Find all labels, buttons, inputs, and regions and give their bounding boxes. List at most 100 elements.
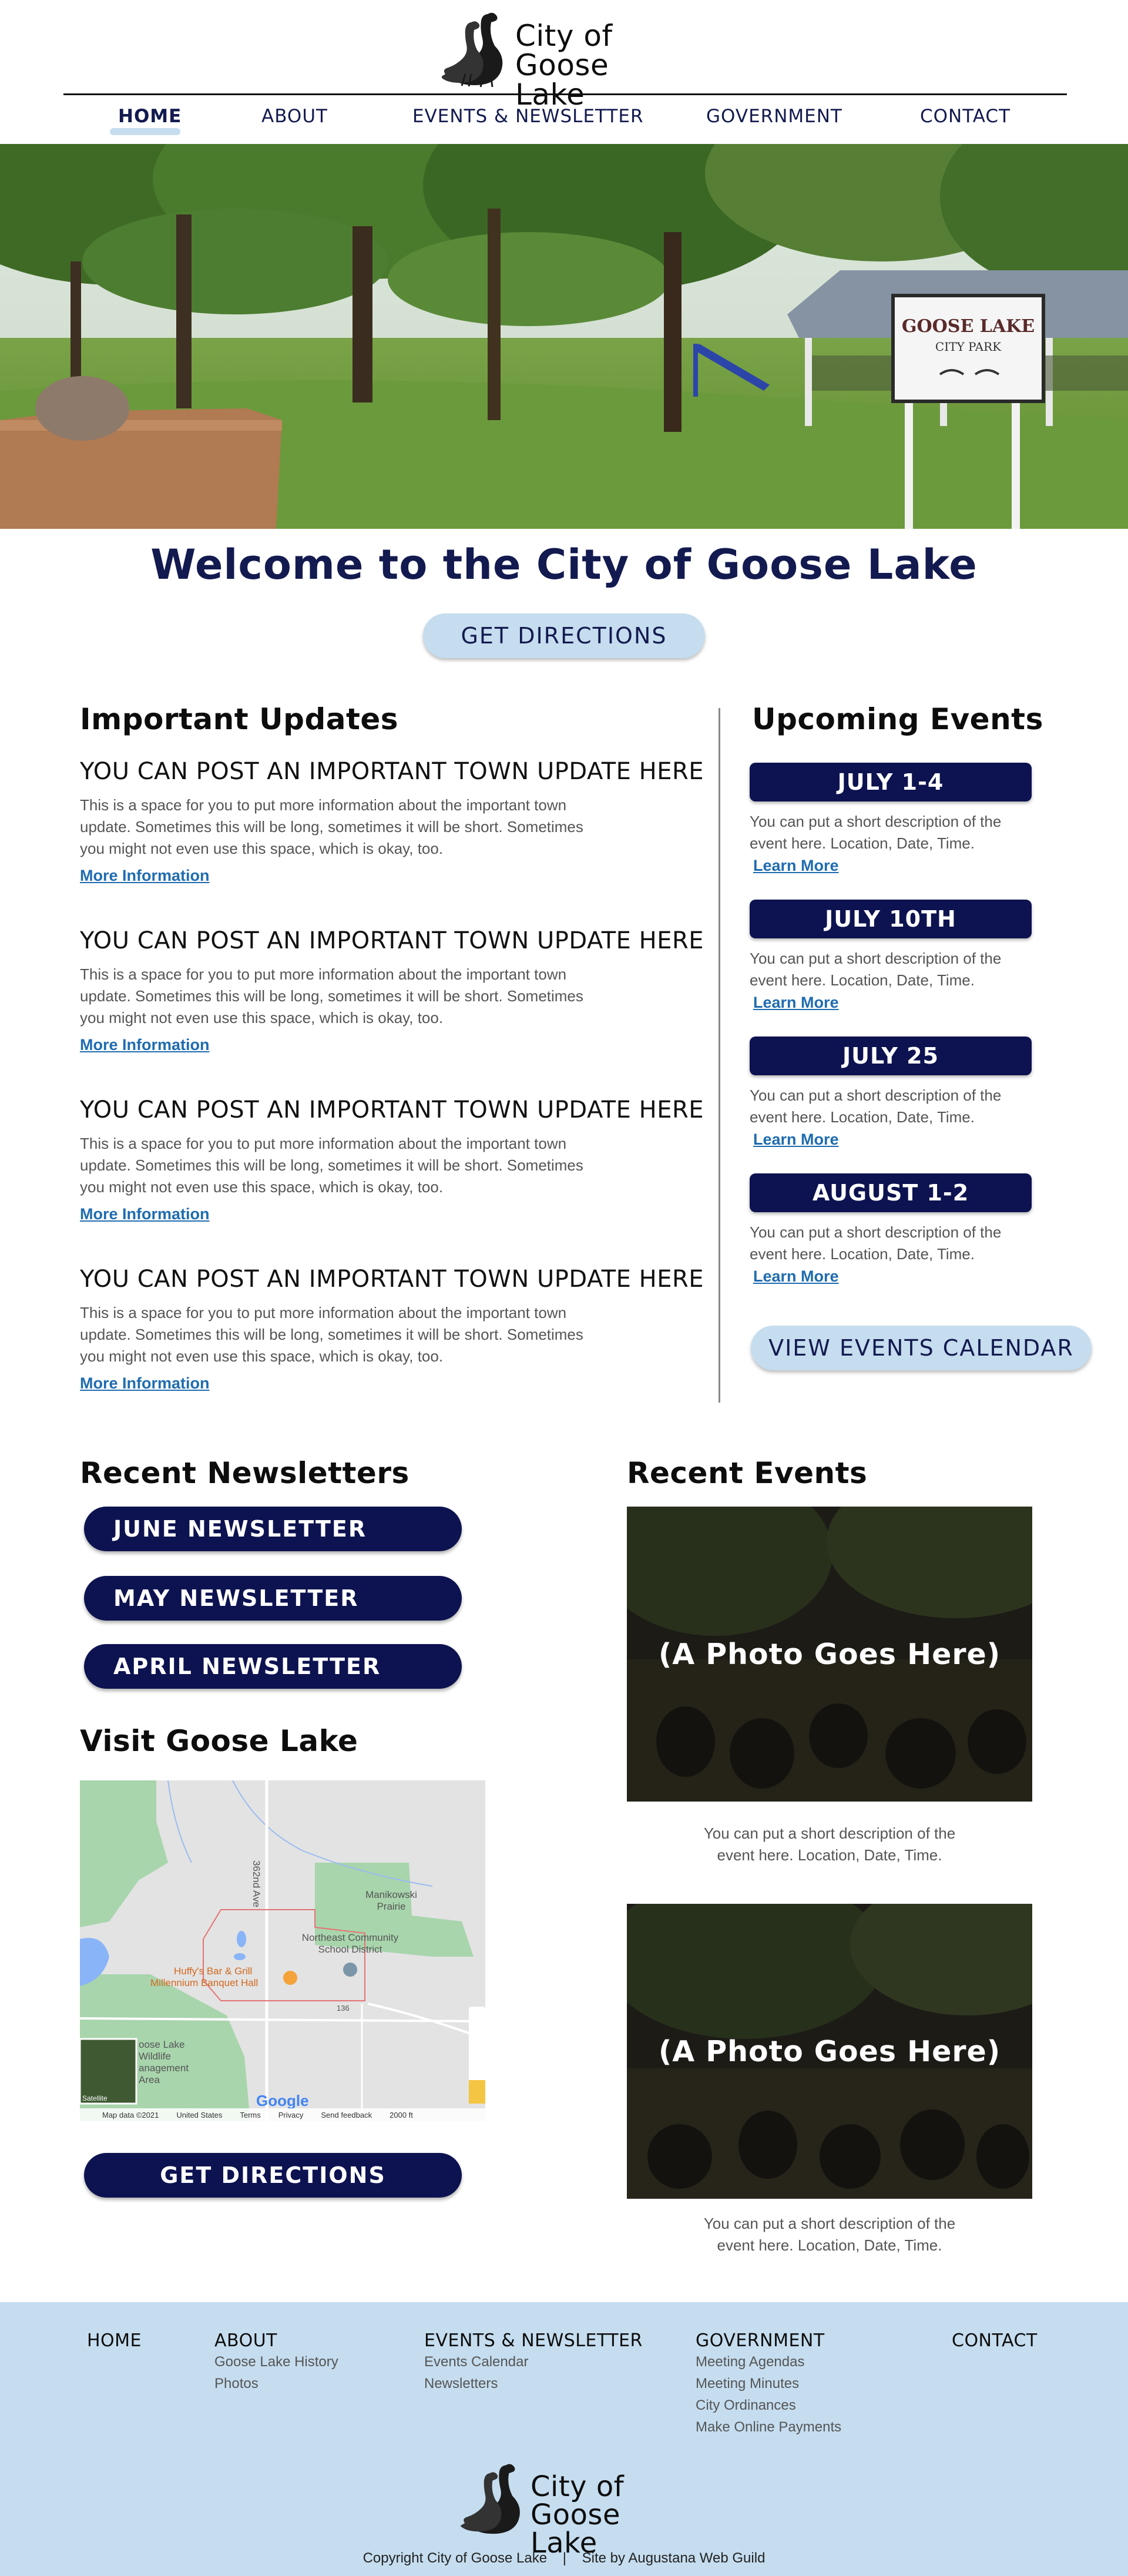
geese-logo-icon bbox=[441, 12, 503, 88]
event-item: JULY 25 You can put a short description … bbox=[750, 1037, 1035, 1149]
learn-more-link[interactable]: Learn More bbox=[753, 857, 839, 875]
event-date-badge: JULY 1-4 bbox=[750, 763, 1032, 801]
map-road-label: 362nd Ave bbox=[251, 1860, 262, 1908]
event-item: AUGUST 1-2 You can put a short descripti… bbox=[750, 1173, 1035, 1286]
recent-event-description: You can put a short description of the e… bbox=[627, 1823, 1032, 1866]
photo-label: (A Photo Goes Here) bbox=[658, 1637, 1001, 1671]
recent-event-description: You can put a short description of the e… bbox=[627, 2213, 1032, 2256]
update-body: This is a space for you to put more info… bbox=[80, 965, 583, 1027]
footer-column-contact: CONTACT bbox=[952, 2330, 1038, 2351]
nav-home[interactable]: HOME bbox=[118, 106, 182, 127]
logo-line1: City of bbox=[515, 19, 613, 53]
park-photo: GOOSE LAKE CITY PARK bbox=[0, 144, 1128, 529]
map-attrib-item[interactable]: Terms bbox=[240, 2111, 260, 2119]
event-photo-placeholder: (A Photo Goes Here) bbox=[627, 1904, 1032, 2199]
site-logo[interactable]: City of Goose Lake bbox=[441, 8, 683, 109]
newsletter-button-april[interactable]: APRIL NEWSLETTER bbox=[84, 1644, 462, 1689]
footer-link[interactable]: Meeting Minutes bbox=[696, 2373, 841, 2394]
learn-more-link[interactable]: Learn More bbox=[753, 1267, 839, 1286]
map-route-label: 136 bbox=[337, 2004, 350, 2012]
footer-link[interactable]: City Ordinances bbox=[696, 2394, 841, 2416]
event-item: JULY 10TH You can put a short descriptio… bbox=[750, 900, 1035, 1012]
update-item: YOU CAN POST AN IMPORTANT TOWN UPDATE HE… bbox=[80, 927, 704, 1054]
more-information-link[interactable]: More Information bbox=[80, 1205, 210, 1223]
desc-line: event here. Location, Date, Time. bbox=[717, 2236, 942, 2254]
update-title: YOU CAN POST AN IMPORTANT TOWN UPDATE HE… bbox=[80, 1096, 704, 1123]
column-divider bbox=[719, 708, 720, 1403]
map-place-label: Millennium Banquet Hall bbox=[150, 1977, 258, 1988]
footer-logo[interactable]: City of Goose Lake bbox=[460, 2460, 695, 2557]
learn-more-link[interactable]: Learn More bbox=[753, 1131, 839, 1149]
update-item: YOU CAN POST AN IMPORTANT TOWN UPDATE HE… bbox=[80, 758, 704, 885]
learn-more-link[interactable]: Learn More bbox=[753, 994, 839, 1012]
nav-active-indicator bbox=[110, 128, 180, 135]
event-date-badge: JULY 10TH bbox=[750, 900, 1032, 938]
event-date-badge: AUGUST 1-2 bbox=[750, 1173, 1032, 1212]
footer-link[interactable]: Make Online Payments bbox=[696, 2416, 841, 2438]
page: City of Goose Lake HOME ABOUT EVENTS & N… bbox=[0, 0, 1128, 2576]
photo-label: (A Photo Goes Here) bbox=[658, 2034, 1001, 2068]
footer-link[interactable]: Events Calendar bbox=[424, 2351, 643, 2373]
desc-line: event here. Location, Date, Time. bbox=[717, 1846, 942, 1864]
map-satellite-toggle[interactable]: Satellite bbox=[82, 2094, 108, 2102]
nav-contact[interactable]: CONTACT bbox=[920, 106, 1010, 127]
footer-heading[interactable]: CONTACT bbox=[952, 2330, 1038, 2351]
newsletter-button-june[interactable]: JUNE NEWSLETTER bbox=[84, 1507, 462, 1551]
hero-image: GOOSE LAKE CITY PARK bbox=[0, 144, 1128, 529]
event-description: You can put a short description of the e… bbox=[750, 813, 1002, 852]
embedded-map[interactable]: 362nd Ave Manikowski Prairie Northeast C… bbox=[80, 1780, 485, 2121]
map-attrib-item: Map data ©2021 bbox=[102, 2110, 159, 2119]
map-attrib-item[interactable]: Privacy bbox=[278, 2111, 304, 2119]
newsletters-heading: Recent Newsletters bbox=[80, 1456, 409, 1490]
map-attrib-item: United States bbox=[176, 2110, 223, 2119]
map-attribution: Map data ©2021 United States Terms Priva… bbox=[80, 2108, 485, 2121]
footer-link[interactable]: Goose Lake History bbox=[214, 2351, 338, 2373]
footer-logo-text: City of Goose Lake bbox=[531, 2473, 695, 2557]
map-attrib-item: 2000 ft bbox=[390, 2110, 413, 2119]
event-photo-placeholder: (A Photo Goes Here) bbox=[627, 1507, 1032, 1802]
update-title: YOU CAN POST AN IMPORTANT TOWN UPDATE HE… bbox=[80, 758, 704, 785]
update-item: YOU CAN POST AN IMPORTANT TOWN UPDATE HE… bbox=[80, 1266, 704, 1393]
map-place-label: Northeast Community School District bbox=[301, 1932, 399, 1955]
site-header: City of Goose Lake HOME ABOUT EVENTS & N… bbox=[0, 0, 1128, 144]
footer-heading[interactable]: GOVERNMENT bbox=[696, 2330, 841, 2351]
update-title: YOU CAN POST AN IMPORTANT TOWN UPDATE HE… bbox=[80, 927, 704, 954]
logo-line1: City of bbox=[531, 2470, 625, 2503]
nav-events-newsletter[interactable]: EVENTS & NEWSLETTER bbox=[412, 106, 643, 127]
site-credit[interactable]: Site by Augustana Web Guild bbox=[582, 2550, 766, 2566]
footer-heading[interactable]: HOME bbox=[87, 2330, 142, 2351]
copyright-text: Copyright City of Goose Lake bbox=[362, 2550, 548, 2566]
nav-about[interactable]: ABOUT bbox=[261, 106, 328, 127]
view-events-calendar-button[interactable]: VIEW EVENTS CALENDAR bbox=[751, 1326, 1092, 1370]
event-description: You can put a short description of the e… bbox=[750, 950, 1002, 989]
footer-heading[interactable]: ABOUT bbox=[214, 2330, 338, 2351]
more-information-link[interactable]: More Information bbox=[80, 1374, 210, 1393]
footer-separator: | bbox=[562, 2550, 566, 2566]
map-attrib-item[interactable]: Send feedback bbox=[321, 2111, 372, 2119]
update-item: YOU CAN POST AN IMPORTANT TOWN UPDATE HE… bbox=[80, 1096, 704, 1223]
event-date-badge: JULY 25 bbox=[750, 1037, 1032, 1075]
desc-line: You can put a short description of the bbox=[703, 1824, 956, 1842]
footer-column-about: ABOUT Goose Lake History Photos bbox=[214, 2330, 338, 2394]
footer-link[interactable]: Newsletters bbox=[424, 2373, 643, 2394]
footer-link[interactable]: Meeting Agendas bbox=[696, 2351, 841, 2373]
footer-column-events: EVENTS & NEWSLETTER Events Calendar News… bbox=[424, 2330, 643, 2394]
get-directions-button-bottom[interactable]: GET DIRECTIONS bbox=[84, 2153, 462, 2198]
more-information-link[interactable]: More Information bbox=[80, 1036, 210, 1054]
footer-heading[interactable]: EVENTS & NEWSLETTER bbox=[424, 2330, 643, 2351]
nav-government[interactable]: GOVERNMENT bbox=[706, 106, 842, 127]
site-footer: HOME ABOUT Goose Lake History Photos EVE… bbox=[0, 2302, 1128, 2576]
footer-copyright: Copyright City of Goose Lake | Site by A… bbox=[0, 2550, 1128, 2567]
map-place-label: Huffy's Bar & Grill bbox=[174, 1965, 253, 1977]
welcome-title: Welcome to the City of Goose Lake bbox=[150, 541, 978, 589]
get-directions-button-top[interactable]: GET DIRECTIONS bbox=[423, 613, 705, 658]
newsletter-button-may[interactable]: MAY NEWSLETTER bbox=[84, 1576, 462, 1621]
logo-line2: Goose Lake bbox=[531, 2498, 620, 2560]
main-nav: HOME ABOUT EVENTS & NEWSLETTER GOVERNMEN… bbox=[63, 95, 1067, 142]
footer-link[interactable]: Photos bbox=[214, 2373, 338, 2394]
updates-heading: Important Updates bbox=[80, 702, 399, 736]
sign-text-2: CITY PARK bbox=[935, 340, 1002, 354]
more-information-link[interactable]: More Information bbox=[80, 867, 210, 885]
update-body: This is a space for you to put more info… bbox=[80, 1135, 583, 1196]
map-place-label: oose Lake Wildlife anagement Area bbox=[139, 2039, 189, 2085]
